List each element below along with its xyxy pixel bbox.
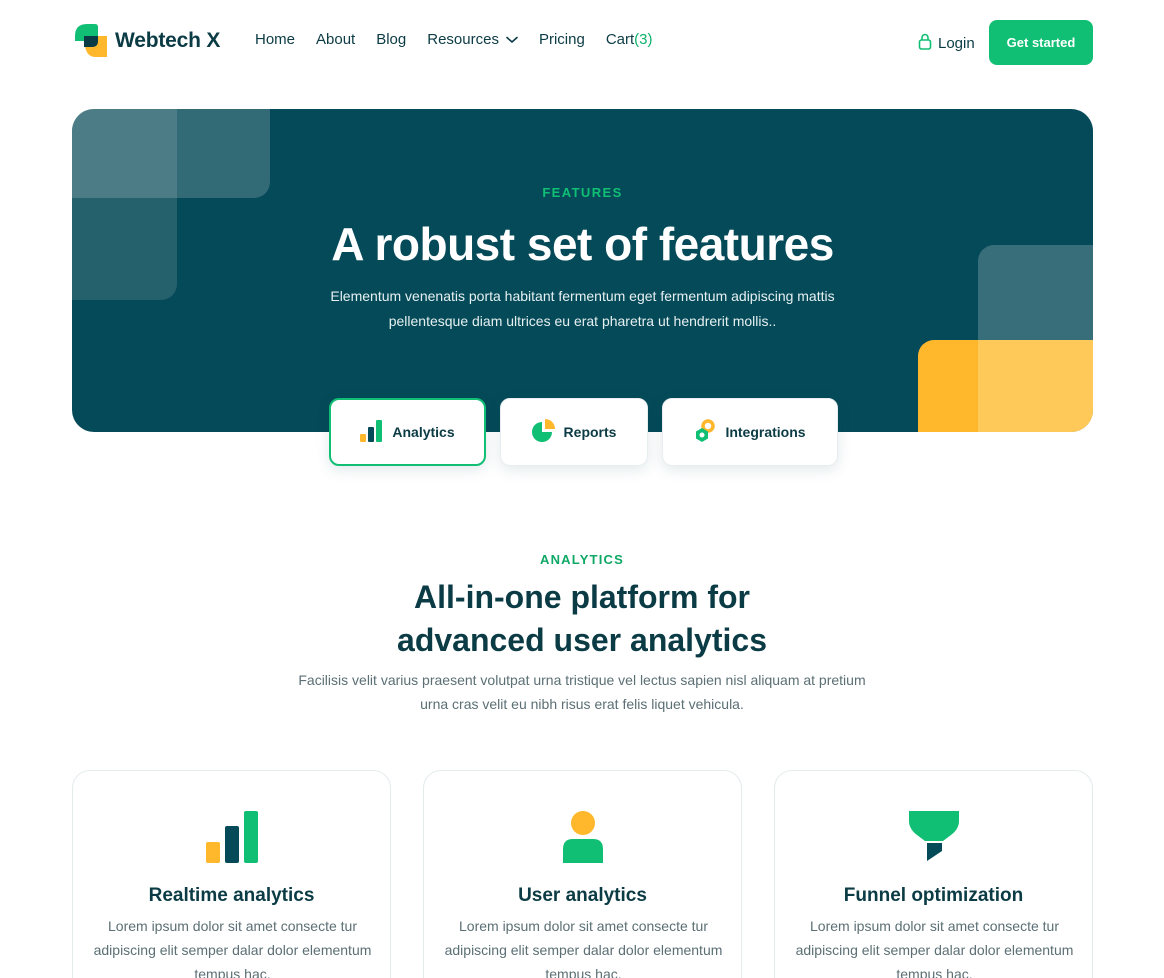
card-text: Lorem ipsum dolor sit amet consecte tur … xyxy=(444,918,723,978)
get-started-button[interactable]: Get started xyxy=(989,20,1093,65)
user-icon xyxy=(562,811,603,868)
features-hero: FEATURES A robust set of features Elemen… xyxy=(72,109,1093,432)
logo-icon xyxy=(74,23,107,59)
tab-integrations[interactable]: Integrations xyxy=(662,398,838,466)
pie-chart-icon xyxy=(531,419,555,445)
bar-chart-icon xyxy=(205,811,258,868)
login-link[interactable]: Login xyxy=(918,33,975,54)
card-title: Realtime analytics xyxy=(148,885,315,906)
tab-reports[interactable]: Reports xyxy=(500,398,648,466)
chevron-down-icon xyxy=(506,31,518,48)
hero-subtitle: Elementum venenatis porta habitant ferme… xyxy=(330,288,835,329)
integrations-icon xyxy=(694,418,716,446)
nav-resources[interactable]: Resources xyxy=(427,31,518,48)
nav-home[interactable]: Home xyxy=(255,31,295,48)
tab-integrations-label: Integrations xyxy=(725,424,806,440)
tab-analytics-label: Analytics xyxy=(392,424,455,440)
card-icon-wrap xyxy=(775,811,1092,866)
nav-about[interactable]: About xyxy=(316,31,355,48)
card-text: Lorem ipsum dolor sit amet consecte tur … xyxy=(93,918,372,978)
lock-icon xyxy=(918,33,932,54)
nav-cart[interactable]: Cart (3) xyxy=(606,31,653,48)
card-title: Funnel optimization xyxy=(843,885,1024,906)
login-label: Login xyxy=(938,35,975,52)
bar-chart-icon xyxy=(360,419,383,445)
feature-card-funnel: Funnel optimization Lorem ipsum dolor si… xyxy=(774,770,1093,978)
main-menu: Home About Blog Resources Pricing Cart (3… xyxy=(255,31,653,48)
cart-count: (3) xyxy=(634,31,653,48)
feature-card-user: User analytics Lorem ipsum dolor sit ame… xyxy=(423,770,742,978)
card-text: Lorem ipsum dolor sit amet consecte tur … xyxy=(795,918,1074,978)
brand-name: Webtech X xyxy=(115,29,221,52)
tab-reports-label: Reports xyxy=(563,424,617,440)
hero-title: A robust set of features xyxy=(331,218,834,270)
funnel-icon xyxy=(908,811,959,866)
section-title-line2: advanced user analytics xyxy=(397,622,767,658)
decorative-square xyxy=(978,340,1093,432)
nav-resources-label: Resources xyxy=(427,31,499,48)
brand-logo[interactable]: Webtech X xyxy=(74,23,220,59)
nav-cart-label: Cart xyxy=(605,31,635,48)
section-eyebrow: ANALYTICS xyxy=(540,552,624,567)
card-icon-wrap xyxy=(424,811,741,868)
tab-analytics[interactable]: Analytics xyxy=(329,398,486,466)
top-navigation: Webtech X Home About Blog Resources Pric… xyxy=(0,0,1164,84)
card-icon-wrap xyxy=(73,811,390,868)
section-title-line1: All-in-one platform for xyxy=(414,579,750,615)
card-title: User analytics xyxy=(518,885,647,906)
hero-eyebrow: FEATURES xyxy=(542,185,623,200)
section-title: All-in-one platform for advanced user an… xyxy=(0,576,1164,662)
feature-tabs: Analytics Reports Integrations xyxy=(329,398,838,466)
nav-pricing[interactable]: Pricing xyxy=(539,31,585,48)
section-subtitle: Facilisis velit varius praesent volutpat… xyxy=(298,672,866,712)
nav-blog[interactable]: Blog xyxy=(376,31,406,48)
feature-card-realtime: Realtime analytics Lorem ipsum dolor sit… xyxy=(72,770,391,978)
